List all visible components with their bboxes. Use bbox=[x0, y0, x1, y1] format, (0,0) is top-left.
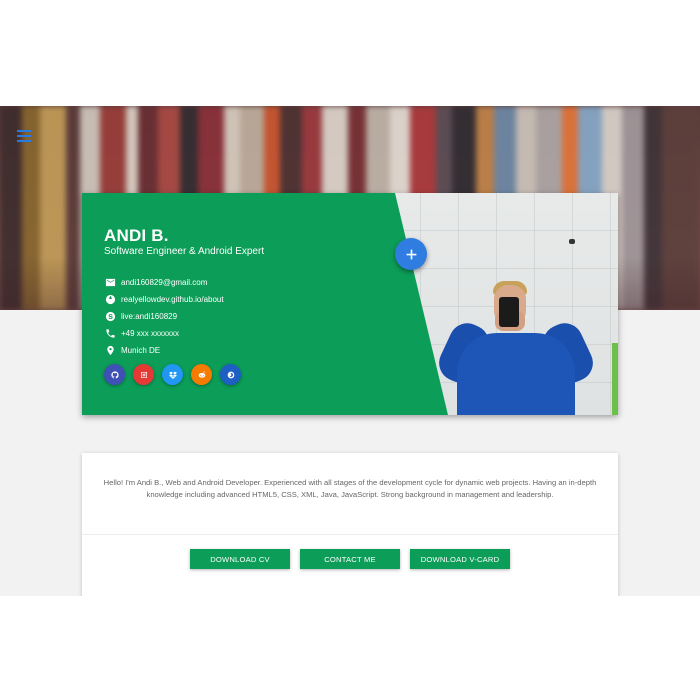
location-pin-icon bbox=[104, 345, 116, 357]
social-links bbox=[104, 364, 249, 385]
contact-me-button[interactable]: CONTACT ME bbox=[300, 549, 400, 569]
contact-location-text: Munich DE bbox=[121, 346, 161, 355]
about-card: Hello! I'm Andi B., Web and Android Deve… bbox=[82, 453, 618, 596]
action-buttons: DOWNLOAD CV CONTACT ME DOWNLOAD V-CARD bbox=[82, 549, 618, 569]
github-button[interactable] bbox=[104, 364, 125, 385]
github-icon bbox=[110, 370, 119, 378]
download-vcard-button[interactable]: DOWNLOAD V-CARD bbox=[410, 549, 510, 569]
contact-phone-text: +49 xxx xxxxxxx bbox=[121, 329, 180, 338]
photo-edge bbox=[612, 343, 618, 415]
contact-website-text: realyellowdev.github.io/about bbox=[121, 295, 224, 304]
dropbox-icon bbox=[168, 371, 177, 379]
contact-skype-text: live:andi160829 bbox=[121, 312, 178, 321]
profile-name: ANDI B. bbox=[104, 226, 169, 245]
contact-skype[interactable]: live:andi160829 bbox=[104, 308, 224, 325]
phone-icon bbox=[104, 328, 116, 340]
menu-icon[interactable] bbox=[17, 130, 31, 142]
instagram-button[interactable] bbox=[133, 364, 154, 385]
add-fab-button[interactable] bbox=[395, 238, 427, 270]
contact-list: andi160829@gmail.com realyellowdev.githu… bbox=[104, 274, 224, 359]
person-jacket bbox=[457, 333, 575, 415]
contact-website[interactable]: realyellowdev.github.io/about bbox=[104, 291, 224, 308]
contact-email[interactable]: andi160829@gmail.com bbox=[104, 274, 224, 291]
email-icon bbox=[104, 277, 116, 289]
smartphone bbox=[499, 297, 519, 327]
contact-location: Munich DE bbox=[104, 342, 224, 359]
wall-mark bbox=[569, 239, 575, 244]
firefox-button[interactable] bbox=[220, 364, 241, 385]
profile-card: ANDI B. Software Engineer & Android Expe… bbox=[82, 193, 618, 415]
firefox-icon bbox=[227, 371, 234, 378]
contact-email-text: andi160829@gmail.com bbox=[121, 278, 208, 287]
reddit-button[interactable] bbox=[191, 364, 212, 385]
dropbox-button[interactable] bbox=[162, 364, 183, 385]
instagram-icon bbox=[140, 371, 147, 378]
download-cv-button[interactable]: DOWNLOAD CV bbox=[190, 549, 290, 569]
contact-phone[interactable]: +49 xxx xxxxxxx bbox=[104, 325, 224, 342]
plus-icon bbox=[406, 249, 416, 259]
reddit-icon bbox=[198, 370, 205, 378]
about-divider bbox=[82, 534, 618, 535]
globe-icon bbox=[104, 294, 116, 306]
page-viewport: ANDI B. Software Engineer & Android Expe… bbox=[0, 106, 700, 596]
profile-title: Software Engineer & Android Expert bbox=[104, 246, 265, 257]
skype-icon bbox=[104, 311, 116, 323]
about-text: Hello! I'm Andi B., Web and Android Deve… bbox=[103, 478, 597, 499]
